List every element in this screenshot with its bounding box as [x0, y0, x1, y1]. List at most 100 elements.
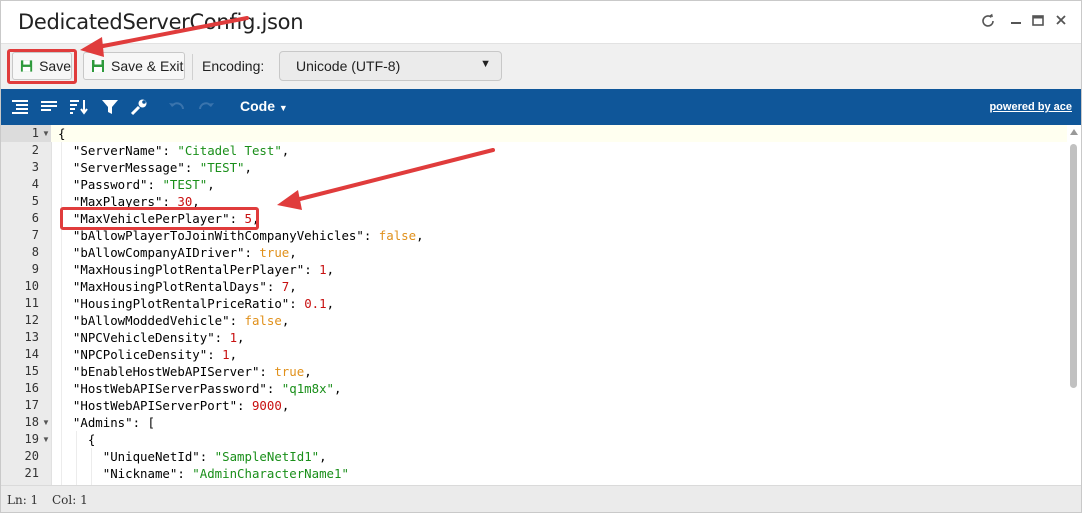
code-token: :	[266, 381, 282, 396]
active-line	[51, 125, 1067, 142]
code-line[interactable]: "UniqueNetId": "SampleNetId1",	[58, 448, 327, 465]
code-token: "NPCPoliceDensity"	[58, 347, 208, 362]
refresh-icon[interactable]	[979, 13, 997, 31]
line-number: 14	[24, 347, 39, 361]
line-number: 19	[24, 432, 39, 446]
format-icon[interactable]	[11, 98, 29, 116]
code-line[interactable]: "ServerName": "Citadel Test",	[58, 142, 289, 159]
code-token: :	[266, 279, 282, 294]
code-token: ,	[416, 228, 424, 243]
line-number: 12	[24, 313, 39, 327]
code-line[interactable]: "NPCPoliceDensity": 1,	[58, 346, 237, 363]
code-token: :	[237, 398, 252, 413]
line-number: 8	[31, 245, 39, 259]
code-token: "bAllowModdedVehicle"	[58, 313, 230, 328]
code-token: "Admins"	[58, 415, 133, 430]
main-toolbar: Save Save & Exit Encoding: Unicode (UTF-…	[1, 43, 1081, 90]
code-line[interactable]: "bAllowModdedVehicle": false,	[58, 312, 289, 329]
code-token: :	[147, 177, 163, 192]
code-line[interactable]: "HostWebAPIServerPassword": "q1m8x",	[58, 380, 342, 397]
line-number: 18	[24, 415, 39, 429]
save-highlight-box	[7, 49, 77, 84]
scroll-up-icon[interactable]	[1070, 129, 1078, 135]
code-token: : [	[132, 415, 155, 430]
mode-menu[interactable]: Code ▼	[240, 98, 288, 114]
code-token: :	[259, 364, 275, 379]
title-bar: DedicatedServerConfig.json	[1, 1, 1081, 43]
code-line[interactable]: "HostWebAPIServerPort": 9000,	[58, 397, 289, 414]
filter-icon[interactable]	[101, 98, 119, 116]
code-line[interactable]: "bEnableHostWebAPIServer": true,	[58, 363, 312, 380]
fold-toggle-icon[interactable]: ▼	[42, 431, 50, 448]
code-token: :	[289, 296, 305, 311]
code-editor[interactable]: 1 ▼ 2 3 4 5 6 7 8 9 10 11 12 13 14 15 16 17 18 ▼ 19 ▼ 20 21 { "…	[1, 125, 1081, 485]
sort-icon[interactable]	[69, 98, 88, 116]
line-number: 5	[31, 194, 39, 208]
code-token: "MaxHousingPlotRentalPerPlayer"	[58, 262, 305, 277]
code-token: ,	[289, 279, 297, 294]
code-token: "SampleNetId1"	[214, 449, 320, 464]
code-token: ,	[334, 381, 342, 396]
code-line[interactable]: "ServerMessage": "TEST",	[58, 159, 252, 176]
code-token: ,	[237, 330, 245, 345]
encoding-value: Unicode (UTF-8)	[296, 58, 401, 74]
code-token: false	[378, 228, 417, 243]
code-token: ,	[229, 347, 238, 362]
redo-icon[interactable]	[197, 98, 215, 116]
code-line[interactable]: "NPCVehicleDensity": 1,	[58, 329, 245, 346]
code-token: "bEnableHostWebAPIServer"	[58, 364, 260, 379]
code-line[interactable]: "MaxHousingPlotRentalDays": 7,	[58, 278, 297, 295]
minimize-icon[interactable]	[1007, 13, 1025, 31]
code-token: :	[214, 330, 230, 345]
undo-icon[interactable]	[168, 98, 186, 116]
code-line[interactable]: "bAllowCompanyAIDriver": true,	[58, 244, 297, 261]
fold-toggle-icon[interactable]: ▼	[42, 125, 50, 142]
window-title: DedicatedServerConfig.json	[18, 10, 304, 34]
code-token: "bAllowPlayerToJoinWithCompanyVehicles"	[58, 228, 364, 243]
line-number: 9	[31, 262, 39, 276]
powered-by-link[interactable]: powered by ace	[989, 101, 1072, 113]
code-token: :	[363, 228, 379, 243]
code-token: {	[58, 432, 96, 447]
fold-toggle-icon[interactable]: ▼	[42, 414, 50, 431]
code-token: "HousingPlotRentalPriceRatio"	[58, 296, 290, 311]
code-token: ,	[244, 160, 252, 175]
save-exit-button[interactable]: Save & Exit	[83, 52, 185, 80]
code-token: :	[184, 160, 200, 175]
close-icon[interactable]	[1052, 13, 1070, 31]
toolbar-divider	[192, 54, 193, 80]
code-token: ,	[281, 398, 290, 413]
code-token: "TEST"	[199, 160, 245, 175]
code-line[interactable]: {	[58, 431, 95, 448]
code-token: "NPCVehicleDensity"	[58, 330, 215, 345]
code-token: ,	[304, 364, 312, 379]
code-token: 1	[229, 330, 238, 345]
code-token: "ServerName"	[58, 143, 163, 158]
code-token: "bAllowCompanyAIDriver"	[58, 245, 245, 260]
code-line[interactable]: "HousingPlotRentalPriceRatio": 0.1,	[58, 295, 334, 312]
code-token: true	[274, 364, 305, 379]
line-number: 16	[24, 381, 39, 395]
encoding-select[interactable]: Unicode (UTF-8) ▼	[279, 51, 502, 81]
line-number: 2	[31, 143, 39, 157]
code-token: "UniqueNetId"	[58, 449, 200, 464]
compact-icon[interactable]	[40, 98, 58, 116]
maximize-icon[interactable]	[1029, 13, 1047, 31]
dropdown-arrow-icon: ▼	[480, 58, 491, 70]
scrollbar-thumb[interactable]	[1070, 144, 1077, 388]
code-line[interactable]: "Admins": [	[58, 414, 155, 431]
line-number: 10	[24, 279, 39, 293]
line-number: 15	[24, 364, 39, 378]
code-token: {	[58, 126, 66, 141]
code-line[interactable]: "MaxHousingPlotRentalPerPlayer": 1,	[58, 261, 334, 278]
code-token: :	[229, 313, 245, 328]
code-line[interactable]: {	[58, 125, 65, 142]
line-number: 17	[24, 398, 39, 412]
code-token: ,	[207, 177, 215, 192]
code-token: "Nickname"	[58, 466, 178, 481]
encoding-label: Encoding:	[202, 58, 265, 74]
wrench-icon[interactable]	[130, 98, 148, 116]
code-line[interactable]: "Password": "TEST",	[58, 176, 215, 193]
code-token: ,	[326, 296, 335, 311]
code-line[interactable]: "Nickname": "AdminCharacterName1"	[58, 465, 349, 482]
